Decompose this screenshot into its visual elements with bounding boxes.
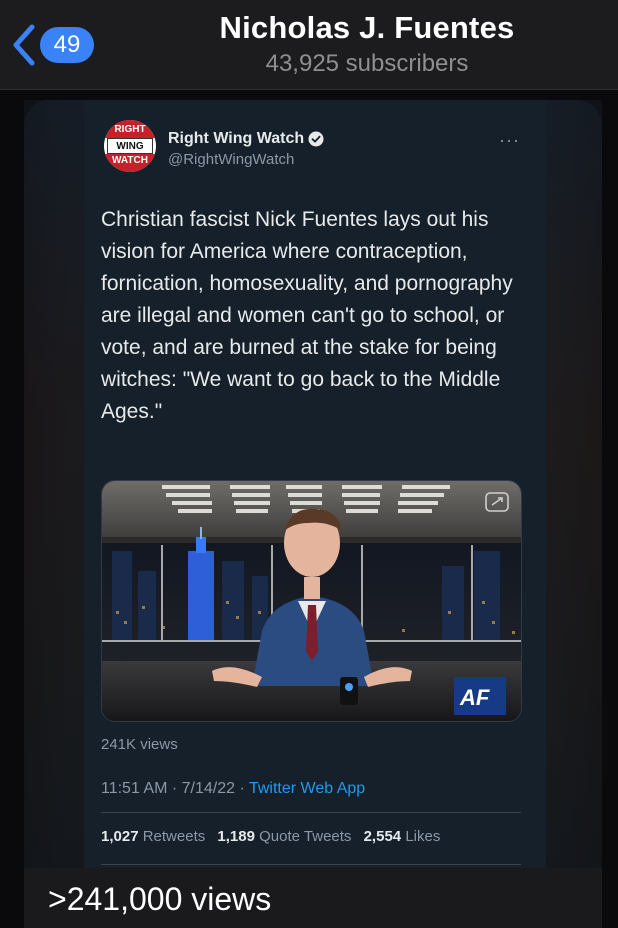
media-blur-right	[542, 100, 602, 928]
tweet-screenshot: RIGHT WING WATCH Right Wing Watch @Right…	[84, 100, 546, 880]
chat-header: 49 Nicholas J. Fuentes 43,925 subscriber…	[0, 0, 618, 90]
caption-overlay: >241,000 views	[24, 868, 602, 928]
author-name-text: Right Wing Watch	[168, 130, 305, 147]
tweet-meta: 11:51 AM · 7/14/22 · Twitter Web App	[101, 780, 365, 798]
like-count[interactable]: 2,554	[364, 828, 402, 845]
divider	[101, 812, 521, 813]
subscriber-count: 43,925 subscribers	[265, 50, 469, 77]
author-handle[interactable]: @RightWingWatch	[168, 151, 294, 168]
video-view-count: 241K views	[101, 736, 178, 753]
tweet-source-link[interactable]: Twitter Web App	[249, 780, 365, 797]
video-logo: AF	[459, 685, 490, 710]
tweet-stats: 1,027 Retweets 1,189 Quote Tweets 2,554 …	[101, 828, 440, 845]
caption-text: >241,000 views	[48, 881, 272, 917]
media-blur-left	[24, 100, 84, 928]
divider	[101, 864, 521, 865]
retweet-count[interactable]: 1,027	[101, 828, 139, 845]
video-thumbnail: AF	[102, 481, 521, 721]
channel-title[interactable]: Nicholas J. Fuentes	[0, 10, 618, 46]
avatar-text-right: RIGHT	[104, 120, 156, 138]
tweet-video[interactable]: AF	[101, 480, 522, 722]
retweet-label[interactable]: Retweets	[143, 828, 206, 845]
avatar-text-wing: WING	[107, 138, 153, 154]
tweet-timestamp: 11:51 AM · 7/14/22 ·	[101, 780, 249, 797]
quote-tweet-count[interactable]: 1,189	[217, 828, 255, 845]
verified-icon	[308, 131, 324, 147]
more-options-icon[interactable]: ···	[499, 130, 520, 151]
quote-tweet-label[interactable]: Quote Tweets	[259, 828, 351, 845]
like-label[interactable]: Likes	[405, 828, 440, 845]
avatar[interactable]: RIGHT WING WATCH	[104, 120, 156, 172]
author-name[interactable]: Right Wing Watch	[168, 130, 324, 148]
avatar-text-watch: WATCH	[104, 154, 156, 172]
tweet-text: Christian fascist Nick Fuentes lays out …	[101, 208, 513, 423]
